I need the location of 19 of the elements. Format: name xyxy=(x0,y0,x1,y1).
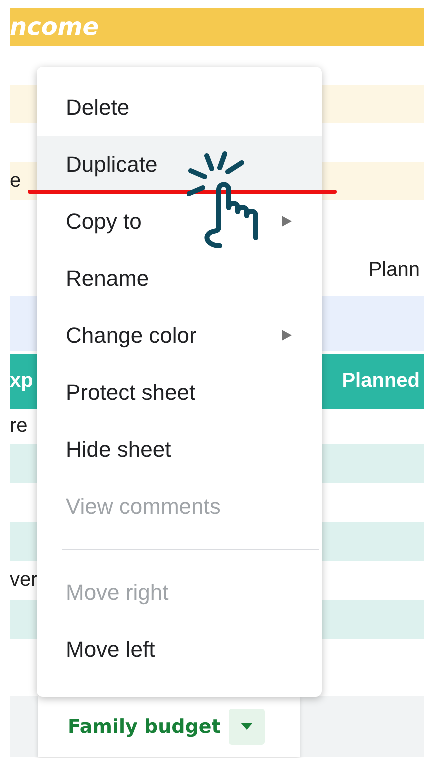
cell-text: ver xyxy=(10,569,38,592)
menu-item[interactable]: Change color xyxy=(37,307,322,364)
dropdown-button[interactable] xyxy=(228,708,265,744)
cell-text: Plann xyxy=(368,259,420,282)
cell-text: xp xyxy=(10,370,34,393)
cell-text: ncome xyxy=(10,13,100,41)
menu-item[interactable]: Protect sheet xyxy=(37,364,322,421)
menu-item[interactable]: Copy to xyxy=(37,193,322,250)
sheet-tab-label: Family budget xyxy=(68,716,221,738)
menu-item[interactable]: Duplicate xyxy=(37,136,322,193)
caret-icon xyxy=(240,723,253,730)
sheet-tab[interactable]: Family budget xyxy=(38,696,300,757)
menu-item[interactable]: Rename xyxy=(37,250,322,307)
cell-text: Planned xyxy=(342,370,420,393)
menu-item[interactable]: Move left xyxy=(37,621,322,678)
cell-text: e xyxy=(10,170,22,192)
menu-item[interactable]: Hide sheet xyxy=(37,421,322,478)
menu-item[interactable]: Delete xyxy=(37,79,322,136)
cell-text: re xyxy=(10,415,28,438)
